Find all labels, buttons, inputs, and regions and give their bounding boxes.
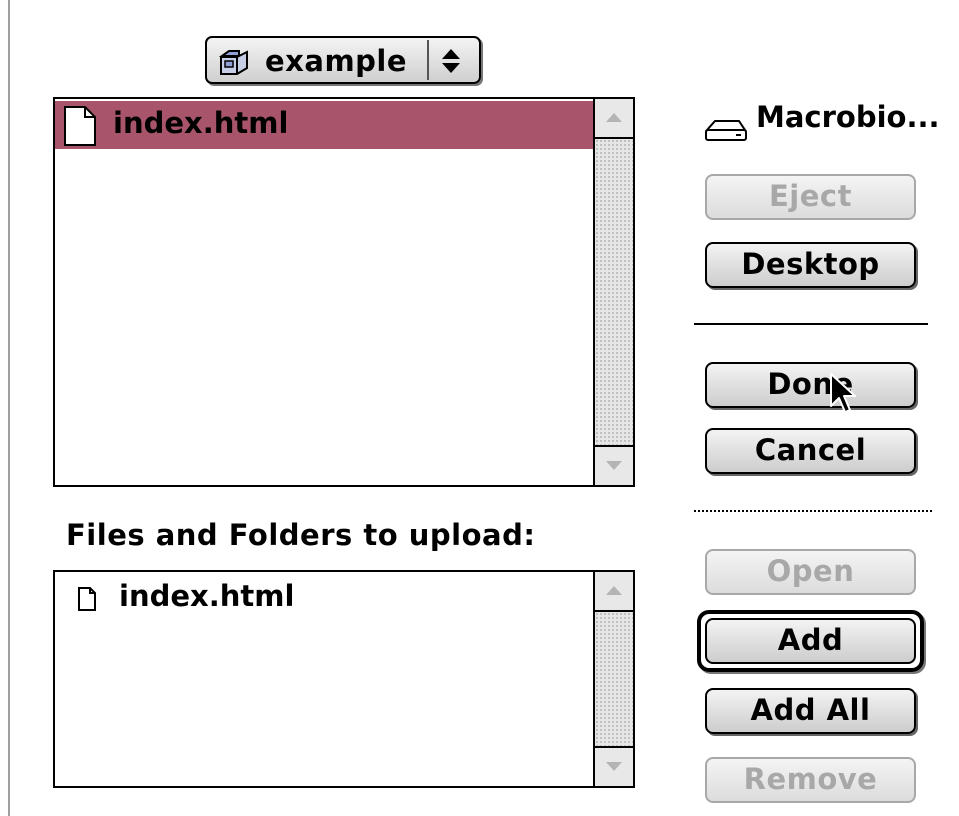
folder-icon xyxy=(219,50,248,75)
disk-icon xyxy=(704,120,747,141)
scroll-up-button[interactable] xyxy=(595,99,633,139)
upload-list[interactable]: index.html xyxy=(53,570,635,788)
divider xyxy=(694,323,928,325)
upload-list-label: Files and Folders to upload: xyxy=(66,518,536,552)
up-down-arrows-icon xyxy=(442,49,460,73)
list-item-name: index.html xyxy=(119,579,295,613)
volume-name: Macrobio... xyxy=(756,100,940,134)
mouse-pointer-icon xyxy=(830,373,856,413)
file-browser-list[interactable]: index.html xyxy=(53,97,635,487)
scroll-up-button[interactable] xyxy=(595,572,633,612)
desktop-button[interactable]: Desktop xyxy=(705,242,916,288)
remove-button[interactable]: Remove xyxy=(705,757,916,803)
cancel-button[interactable]: Cancel xyxy=(705,428,916,474)
dotted-divider xyxy=(694,510,932,512)
popup-divider xyxy=(427,40,429,80)
scroll-down-button[interactable] xyxy=(595,445,633,485)
done-button[interactable]: Done xyxy=(705,362,916,408)
list-item-name: index.html xyxy=(113,106,289,140)
add-all-button[interactable]: Add All xyxy=(705,688,916,734)
upload-scrollbar[interactable] xyxy=(593,572,633,786)
folder-popup-menu[interactable]: example xyxy=(205,36,481,84)
down-arrow-icon xyxy=(606,762,622,771)
window-left-edge xyxy=(8,0,10,816)
browser-scrollbar[interactable] xyxy=(593,99,633,485)
document-icon xyxy=(64,106,96,146)
list-item[interactable]: index.html xyxy=(55,574,593,622)
add-button[interactable]: Add xyxy=(705,618,916,664)
up-arrow-icon xyxy=(606,113,622,122)
folder-popup-label: example xyxy=(265,44,408,78)
list-item[interactable]: index.html xyxy=(55,101,593,149)
down-arrow-icon xyxy=(606,461,622,470)
scroll-down-button[interactable] xyxy=(595,746,633,786)
up-arrow-icon xyxy=(606,586,622,595)
document-icon xyxy=(78,587,96,611)
open-button[interactable]: Open xyxy=(705,549,916,595)
eject-button[interactable]: Eject xyxy=(705,174,916,220)
